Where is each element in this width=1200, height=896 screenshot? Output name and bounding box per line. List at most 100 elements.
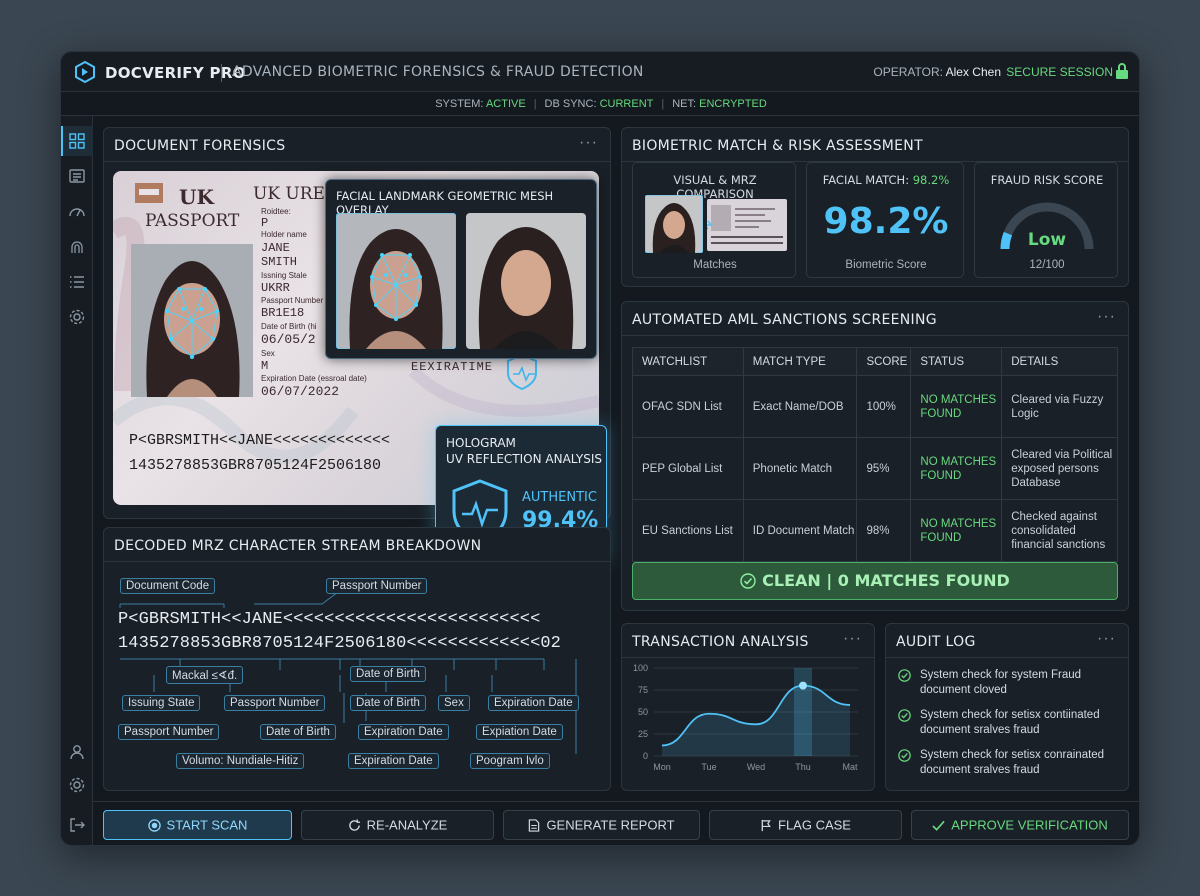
- panel-title: DOCUMENT FORENSICS: [114, 138, 286, 154]
- card-title: FACIAL MATCH: 98.2%: [822, 173, 950, 187]
- mrz-tag-issuing-state[interactable]: Issuing State: [122, 695, 201, 711]
- holder-label: Holder name: [261, 230, 307, 239]
- table-row[interactable]: PEP Global List Phonetic Match 95% NO MA…: [632, 437, 1118, 500]
- passport-header-right: UK URE: [253, 184, 325, 204]
- mrz-tag-passport-number[interactable]: Passport Number: [224, 695, 326, 711]
- field-label: Roidtee:: [261, 207, 291, 216]
- risk-level: Low: [1027, 230, 1067, 250]
- lock-icon: [1116, 63, 1128, 79]
- y-tick-label: 50: [638, 707, 648, 717]
- biometric-score-value: 98.2%: [823, 201, 949, 242]
- mrz-tag-passport-number[interactable]: Passport Number: [326, 578, 428, 594]
- check-circle-icon: [898, 669, 911, 682]
- visual-comparison-card: VISUAL & MRZ COMPARISON Matches: [632, 162, 796, 278]
- more-options-icon[interactable]: ···: [1097, 630, 1116, 648]
- score-cell: 98%: [856, 499, 912, 562]
- panel-title: BIOMETRIC MATCH & RISK ASSESSMENT: [632, 138, 923, 154]
- transaction-analysis-panel: TRANSACTION ANALYSIS ··· 0 25 50 75 100 Mon Tu…: [621, 623, 875, 791]
- mrz-tag-dob[interactable]: Date of Birth: [260, 724, 336, 740]
- mrz-tag-expiration-date[interactable]: Expiration Date: [358, 724, 449, 740]
- mrz-tag-expiration-date[interactable]: Expiration Date: [348, 753, 439, 769]
- logout-icon[interactable]: [67, 815, 87, 835]
- flag-case-button[interactable]: FLAG CASE: [709, 810, 902, 840]
- mrz-tag-passport-number[interactable]: Passport Number: [118, 724, 220, 740]
- highlight-point: [799, 681, 807, 690]
- mrz-line1: P<GBRSMITH<<JANE<<<<<<<<<<<<<<<<<<<<<<<<…: [118, 610, 541, 629]
- panel-title: TRANSACTION ANALYSIS: [632, 634, 809, 650]
- series-area: [662, 685, 850, 756]
- record-icon: [147, 819, 161, 832]
- table-row[interactable]: EU Sanctions List ID Document Match 98% …: [632, 499, 1118, 562]
- mrz-breakdown-panel: DECODED MRZ CHARACTER STREAM BREAKDOWN P…: [103, 527, 611, 791]
- check-icon: [932, 820, 945, 831]
- more-options-icon[interactable]: ···: [579, 134, 598, 152]
- generate-report-button[interactable]: GENERATE REPORT: [503, 810, 700, 840]
- mrz-tag[interactable]: Poogram Ivlo: [470, 753, 550, 769]
- state-label: Issning Stale: [261, 271, 307, 280]
- system-status-bar: SYSTEM: ACTIVE | DB SYNC: CURRENT | NET: ENC…: [61, 92, 1139, 116]
- start-scan-button[interactable]: START SCAN: [103, 810, 292, 840]
- refresh-icon: [348, 819, 360, 831]
- status-cell: NO MATCHES FOUND: [910, 375, 1003, 438]
- passport-mrz-line1: P<GBRSMITH<<JANE<<<<<<<<<<<<<: [129, 432, 391, 449]
- fingerprint-icon[interactable]: [67, 237, 87, 257]
- mrz-tag-expiration-date[interactable]: Expiation Date: [476, 724, 563, 740]
- column-header[interactable]: DETAILS: [1001, 347, 1118, 376]
- mrz-tag-sex[interactable]: Sex: [438, 695, 470, 711]
- secure-session-label: SECURE SESSION: [1006, 65, 1113, 79]
- passport-country: UK: [179, 185, 214, 209]
- match-type-cell: Phonetic Match: [742, 437, 858, 500]
- facial-match-card: FACIAL MATCH: 98.2% 98.2% Biometric Scor…: [806, 162, 964, 278]
- x-tick-label: Tue: [701, 762, 716, 772]
- mrz-document-thumbnail: [707, 199, 787, 251]
- gauge-icon[interactable]: [67, 202, 87, 222]
- expiration-label: Expiration Date (essroal date): [261, 374, 367, 383]
- user-icon[interactable]: [67, 742, 87, 762]
- column-header[interactable]: MATCH TYPE: [742, 347, 858, 376]
- column-header[interactable]: WATCHLIST: [632, 347, 744, 376]
- x-tick-label: Wed: [747, 762, 765, 772]
- check-circle-icon: [898, 749, 911, 762]
- more-options-icon[interactable]: ···: [843, 630, 862, 648]
- x-tick-label: Mat: [842, 762, 858, 772]
- expiration-word: EEXIRATIME: [411, 360, 494, 374]
- mrz-tag[interactable]: Volumo: Nundiale-Hitiz: [176, 753, 305, 769]
- more-options-icon[interactable]: ···: [1097, 308, 1116, 326]
- aml-result-banner: CLEAN | 0 MATCHES FOUND: [632, 562, 1118, 600]
- list-icon[interactable]: [67, 272, 87, 292]
- logo-icon: [75, 60, 95, 84]
- status-cell: NO MATCHES FOUND: [910, 437, 1003, 500]
- approve-verification-button[interactable]: APPROVE VERIFICATION: [911, 810, 1129, 840]
- risk-value: 12/100: [1029, 259, 1065, 271]
- passport-doc-word: PASSPORT: [145, 211, 240, 231]
- transaction-chart: 0 25 50 75 100 Mon Tue Wed Thu Mat: [633, 663, 858, 772]
- mrz-tag[interactable]: Mackal ≤∢đ.: [166, 666, 244, 684]
- details-cell: Checked against consolidated financial s…: [1001, 499, 1118, 562]
- report-icon: [529, 819, 540, 832]
- mrz-tag-dob[interactable]: Date of Birth: [350, 695, 426, 711]
- details-cell: Cleared via Fuzzy Logic: [1001, 375, 1118, 438]
- mrz-tag-expiration-date[interactable]: Expiration Date: [488, 695, 579, 711]
- audit-log-item: System check for setisx contiinated docum…: [898, 708, 1100, 738]
- hologram-title: HOLOGRAM: [446, 436, 516, 450]
- check-circle-icon: [740, 573, 756, 589]
- settings-icon[interactable]: [67, 307, 87, 327]
- operator-info: OPERATOR: Alex Chen: [873, 65, 1001, 79]
- column-header[interactable]: SCORE: [856, 347, 912, 376]
- mrz-tag-dob[interactable]: Date of Birth: [350, 666, 426, 682]
- actions-divider: [93, 801, 1139, 802]
- dashboard-icon[interactable]: [67, 131, 87, 151]
- watchlist-cell: OFAC SDN List: [632, 375, 744, 438]
- column-header[interactable]: STATUS: [910, 347, 1003, 376]
- re-analyze-button[interactable]: RE-ANALYZE: [301, 810, 494, 840]
- table-row[interactable]: OFAC SDN List Exact Name/DOB 100% NO MAT…: [632, 375, 1118, 438]
- document-icon[interactable]: [67, 166, 87, 186]
- score-cell: 95%: [856, 437, 912, 500]
- y-tick-label: 0: [643, 751, 648, 761]
- hologram-status: AUTHENTIC: [522, 490, 597, 505]
- face-thumbnail: [645, 195, 703, 253]
- app-window: DOCVERIFY PRO ADVANCED BIOMETRIC FORENSI…: [60, 51, 1140, 846]
- settings-icon[interactable]: [67, 775, 87, 795]
- mrz-tag-document-code[interactable]: Document Code: [120, 578, 216, 594]
- y-tick-label: 100: [633, 663, 648, 673]
